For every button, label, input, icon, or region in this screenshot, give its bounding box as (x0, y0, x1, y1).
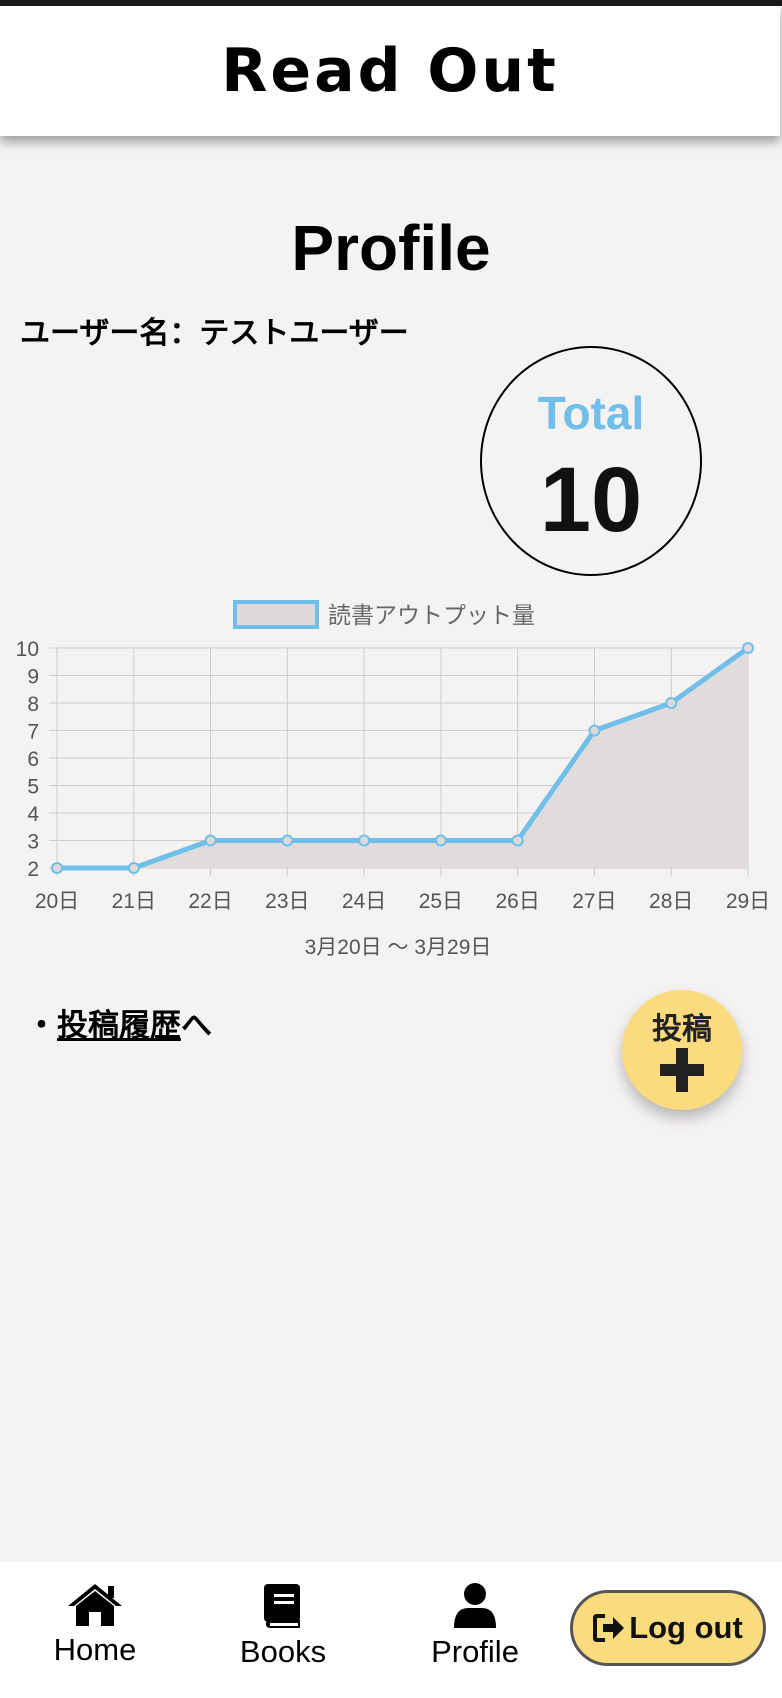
x-axis-title: 3月20日 〜 3月29日 (305, 936, 492, 959)
legend-label: 読書アウトプット量 (328, 602, 535, 628)
app-header: Read Out (0, 6, 780, 136)
data-point (742, 642, 754, 654)
nav-home-label: Home (53, 1632, 137, 1667)
y-tick-label: 9 (27, 666, 39, 689)
plus-icon (660, 1048, 704, 1092)
nav-home[interactable]: Home (15, 1582, 175, 1668)
post-button[interactable]: 投稿 (622, 990, 742, 1110)
x-tick-label: 22日 (188, 890, 232, 913)
total-value: 10 (539, 449, 643, 551)
y-tick-label: 6 (27, 748, 39, 771)
output-line-chart: 読書アウトプット量 2 3 4 5 6 7 8 9 10 20日 21日 22日 23日 24日 25日 26日… (16, 600, 770, 959)
logout-label: Log out (629, 1610, 743, 1645)
history-link[interactable]: 投稿履歴 (57, 1008, 181, 1044)
data-point (665, 697, 678, 709)
nav-profile[interactable]: Profile (395, 1582, 555, 1670)
legend-swatch (233, 600, 319, 629)
total-label: Total (537, 387, 645, 439)
history-line: ・投稿履歴へ (26, 1000, 212, 1045)
data-point (51, 862, 63, 874)
x-tick-label: 26日 (495, 890, 539, 913)
x-tick-label: 29日 (726, 890, 770, 913)
total-badge: Total 10 (480, 346, 702, 576)
post-button-label: 投稿 (652, 1012, 712, 1047)
sign-out-icon (593, 1614, 625, 1642)
y-tick-label: 4 (27, 803, 39, 826)
y-tick-label: 8 (27, 693, 39, 716)
x-tick-label: 25日 (419, 890, 463, 913)
y-tick-label: 7 (27, 721, 39, 744)
page-title: Profile (291, 212, 491, 284)
app-title: Read Out (221, 36, 559, 106)
data-point (281, 834, 294, 847)
logout-button[interactable]: Log out (570, 1590, 766, 1666)
data-point (204, 834, 217, 847)
x-tick-label: 28日 (649, 890, 693, 913)
nav-books-label: Books (239, 1634, 327, 1669)
y-tick-label: 3 (27, 831, 39, 854)
y-tick-label: 2 (27, 858, 39, 881)
x-tick-label: 21日 (112, 890, 156, 913)
data-point (434, 834, 447, 847)
bottom-nav: Home Books Profile Log out (0, 1562, 782, 1698)
y-tick-label: 10 (16, 638, 39, 661)
data-point (127, 862, 140, 874)
data-point (511, 834, 524, 847)
nav-profile-label: Profile (431, 1634, 519, 1669)
x-tick-label: 23日 (265, 890, 309, 913)
history-suffix: へ (181, 1008, 212, 1044)
username-label: ユーザー名：テストユーザー (20, 316, 409, 351)
data-point (358, 834, 371, 847)
x-tick-label: 20日 (35, 890, 79, 913)
x-tick-label: 27日 (572, 890, 616, 913)
user-icon (454, 1583, 496, 1628)
nav-books[interactable]: Books (203, 1582, 363, 1670)
app-frame: Read Out Profile ユーザー名：テストユーザー Total 10 … (0, 6, 782, 1698)
data-point (588, 724, 601, 737)
home-icon (68, 1584, 122, 1626)
history-bullet: ・ (26, 1008, 57, 1044)
y-tick-label: 5 (27, 776, 39, 799)
book-icon (264, 1584, 300, 1628)
x-tick-label: 24日 (342, 890, 386, 913)
